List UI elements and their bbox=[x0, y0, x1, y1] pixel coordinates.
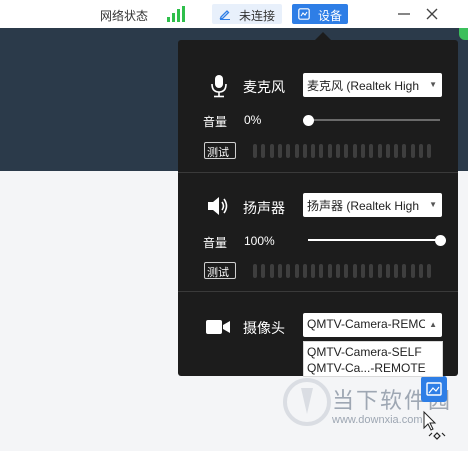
level-meter-bar bbox=[302, 144, 307, 158]
microphone-select[interactable]: 麦克风 (Realtek High ▼ bbox=[303, 73, 442, 97]
level-meter-bar bbox=[427, 144, 432, 158]
level-meter-bar bbox=[385, 144, 390, 158]
level-meter-bar bbox=[294, 264, 299, 278]
level-meter-bar bbox=[336, 144, 340, 158]
level-meter-bar bbox=[360, 144, 365, 158]
level-meter-bar bbox=[253, 264, 257, 278]
level-meter-bar bbox=[319, 144, 324, 158]
level-meter-bar bbox=[327, 264, 332, 278]
camera-icon bbox=[206, 320, 230, 334]
network-status-label: 网络状态 bbox=[100, 9, 149, 23]
chevron-up-icon: ▲ bbox=[429, 320, 437, 329]
level-meter-bar bbox=[352, 144, 357, 158]
microphone-label: 麦克风 bbox=[243, 79, 285, 95]
microphone-test-label: 测试 bbox=[207, 147, 229, 159]
level-meter-bar bbox=[336, 264, 340, 278]
camera-select[interactable]: QMTV-Camera-REMOTE ▲ bbox=[303, 313, 442, 337]
microphone-icon bbox=[211, 75, 227, 98]
speaker-level-meter bbox=[253, 264, 443, 278]
level-meter-bar bbox=[269, 144, 274, 158]
title-bar: 网络状态 未连接 设备 bbox=[0, 0, 468, 28]
speaker-volume-knob[interactable] bbox=[435, 235, 446, 246]
level-meter-bar bbox=[253, 144, 257, 158]
chevron-down-icon: ▼ bbox=[429, 200, 437, 209]
status-indicator bbox=[459, 28, 468, 40]
connection-button[interactable]: 未连接 bbox=[212, 4, 282, 24]
camera-option[interactable]: QMTV-Camera-SELF bbox=[307, 345, 422, 359]
speaker-volume-label: 音量 bbox=[203, 236, 228, 250]
speaker-volume-value: 100% bbox=[244, 234, 275, 248]
level-meter-bar bbox=[277, 264, 282, 278]
level-meter-bar bbox=[360, 264, 365, 278]
level-meter-bar bbox=[311, 144, 316, 158]
settings-icon bbox=[298, 8, 310, 20]
level-meter-bar bbox=[369, 264, 374, 278]
section-divider bbox=[178, 172, 458, 173]
microphone-select-value: 麦克风 (Realtek High bbox=[307, 79, 420, 93]
signal-icon bbox=[167, 6, 185, 22]
side-action-button[interactable] bbox=[421, 376, 447, 402]
level-meter-bar bbox=[394, 264, 399, 278]
camera-option[interactable]: QMTV-Ca...-REMOTE bbox=[307, 361, 426, 375]
level-meter-bar bbox=[261, 144, 266, 158]
level-meter-bar bbox=[427, 264, 432, 278]
level-meter-bar bbox=[377, 264, 382, 278]
microphone-volume-label: 音量 bbox=[203, 115, 228, 129]
speaker-test-label: 测试 bbox=[207, 267, 229, 279]
level-meter-bar bbox=[394, 144, 399, 158]
speaker-volume-slider[interactable] bbox=[308, 235, 446, 246]
connection-label: 未连接 bbox=[239, 9, 276, 23]
level-meter-bar bbox=[302, 264, 307, 278]
level-meter-bar bbox=[344, 264, 349, 278]
section-divider bbox=[178, 291, 458, 292]
level-meter-bar bbox=[269, 264, 274, 278]
level-meter-bar bbox=[261, 264, 266, 278]
camera-label: 摄像头 bbox=[243, 320, 285, 336]
level-meter-bar bbox=[377, 144, 382, 158]
chevron-down-icon: ▼ bbox=[429, 80, 437, 89]
edit-icon bbox=[219, 10, 230, 20]
device-settings-button[interactable]: 设备 bbox=[292, 4, 348, 24]
level-meter-bar bbox=[369, 144, 374, 158]
device-settings-label: 设备 bbox=[318, 9, 343, 23]
close-icon[interactable] bbox=[422, 4, 442, 24]
level-meter-bar bbox=[385, 264, 390, 278]
camera-dropdown: QMTV-Camera-SELF QMTV-Ca...-REMOTE bbox=[303, 341, 443, 377]
microphone-volume-slider[interactable] bbox=[303, 115, 440, 126]
level-meter-bar bbox=[294, 144, 299, 158]
level-meter-bar bbox=[319, 264, 324, 278]
microphone-volume-value: 0% bbox=[244, 113, 262, 127]
microphone-volume-knob[interactable] bbox=[303, 115, 314, 126]
level-meter-bar bbox=[311, 264, 316, 278]
speaker-test-button[interactable]: 测试 bbox=[204, 262, 236, 279]
speaker-icon bbox=[208, 197, 228, 215]
microphone-level-meter bbox=[253, 144, 443, 158]
speaker-volume-fill bbox=[308, 239, 440, 241]
level-meter-bar bbox=[419, 144, 423, 158]
level-meter-bar bbox=[344, 144, 349, 158]
camera-select-value: QMTV-Camera-REMOTE bbox=[307, 317, 425, 331]
level-meter-bar bbox=[410, 144, 415, 158]
level-meter-bar bbox=[352, 264, 357, 278]
level-meter-bar bbox=[286, 264, 291, 278]
microphone-test-button[interactable]: 测试 bbox=[204, 142, 236, 159]
level-meter-bar bbox=[419, 264, 423, 278]
minimize-icon[interactable] bbox=[395, 4, 413, 24]
watermark-url: www.downxia.com bbox=[332, 414, 423, 426]
image-icon bbox=[426, 382, 442, 396]
speaker-label: 扬声器 bbox=[243, 200, 285, 216]
speaker-select-value: 扬声器 (Realtek High bbox=[307, 199, 420, 213]
speaker-select[interactable]: 扬声器 (Realtek High ▼ bbox=[303, 193, 442, 217]
level-meter-bar bbox=[402, 264, 407, 278]
level-meter-bar bbox=[327, 144, 332, 158]
level-meter-bar bbox=[410, 264, 415, 278]
pointer-move-icon bbox=[423, 410, 446, 440]
level-meter-bar bbox=[286, 144, 291, 158]
level-meter-bar bbox=[277, 144, 282, 158]
level-meter-bar bbox=[402, 144, 407, 158]
